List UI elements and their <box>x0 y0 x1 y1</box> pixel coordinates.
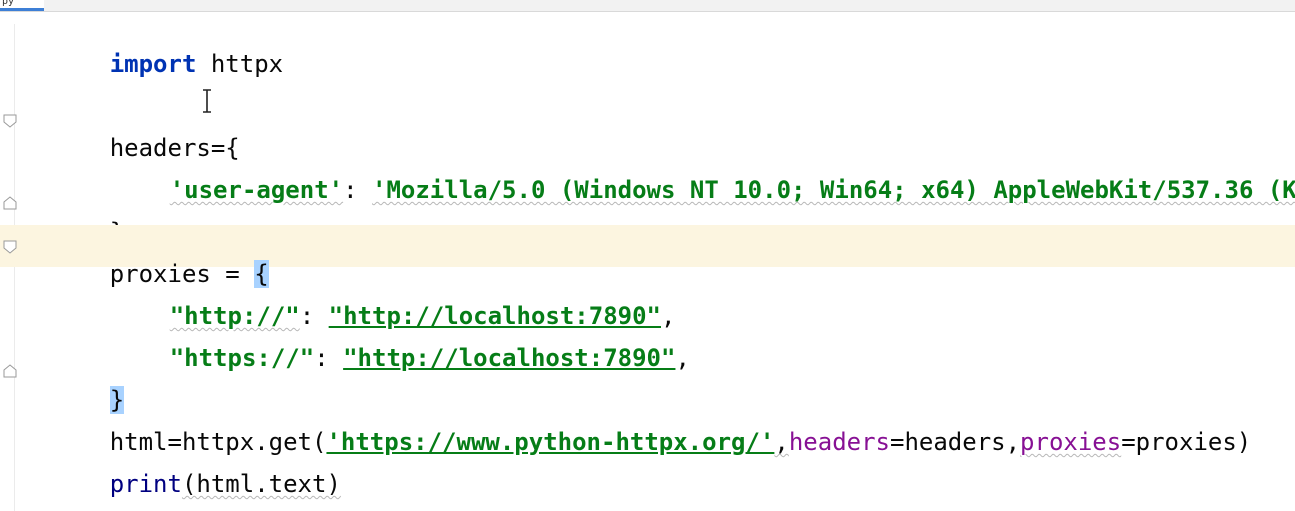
fold-open-icon[interactable] <box>3 240 17 254</box>
code-line-1[interactable]: import httpx <box>0 15 1295 78</box>
code-line-5[interactable]: } <box>0 183 1295 246</box>
code-line-4[interactable]: 'user-agent': 'Mozilla/5.0 (Windows NT 1… <box>0 141 1295 204</box>
code-line-2[interactable] <box>0 57 1295 99</box>
fold-end-icon[interactable] <box>3 364 17 378</box>
code-line-8[interactable]: "https://": "http://localhost:7890", <box>0 309 1295 372</box>
fold-end-icon[interactable] <box>3 196 17 210</box>
code-line-11[interactable]: print(html.text) <box>0 435 1295 498</box>
code-line-7[interactable]: "http://": "http://localhost:7890", <box>0 267 1295 330</box>
print-args: (html.text) <box>181 470 341 498</box>
code-line-3[interactable]: headers={ <box>0 99 1295 162</box>
code-editor[interactable]: import httpx headers={ 'user-agent': 'Mo… <box>0 12 1295 511</box>
builtin-print: print <box>109 470 182 498</box>
fold-open-icon[interactable] <box>3 114 17 128</box>
editor-tab-strip: py <box>0 0 1295 12</box>
code-line-6[interactable]: proxies = { <box>0 225 1295 288</box>
tab-label: py <box>2 0 15 7</box>
code-line-10[interactable]: html=httpx.get('https://www.python-httpx… <box>0 393 1295 456</box>
editor-tab-active[interactable]: py <box>0 0 44 11</box>
code-line-9[interactable]: } <box>0 351 1295 414</box>
